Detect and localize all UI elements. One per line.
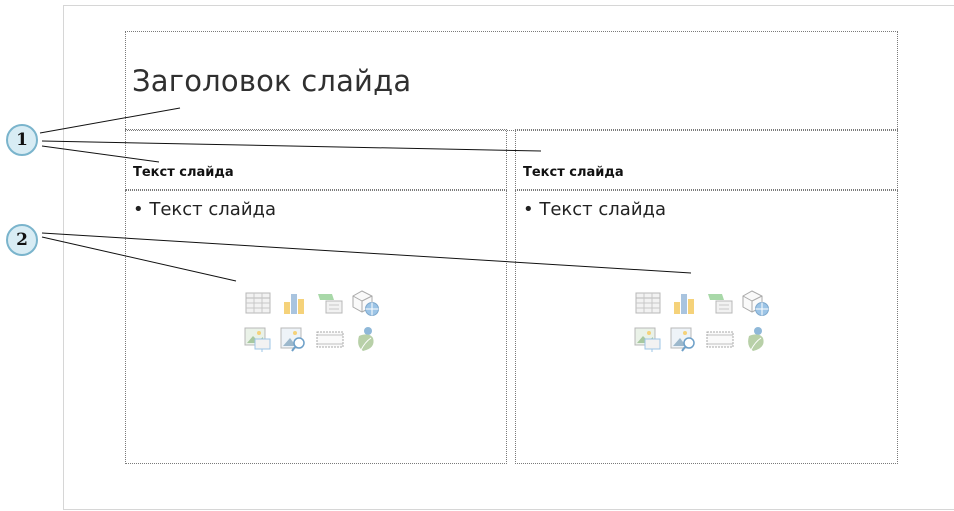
leader-line-1a — [39, 107, 181, 134]
callout-1: 1 — [6, 124, 38, 156]
leader-line-1b — [41, 145, 160, 163]
callout-1-number: 1 — [16, 130, 28, 150]
callout-2: 2 — [6, 224, 38, 256]
leader-line-1c — [41, 140, 542, 152]
callout-2-number: 2 — [16, 230, 28, 250]
leader-line-2b — [41, 232, 692, 274]
callout-leader-lines — [39, 107, 692, 282]
